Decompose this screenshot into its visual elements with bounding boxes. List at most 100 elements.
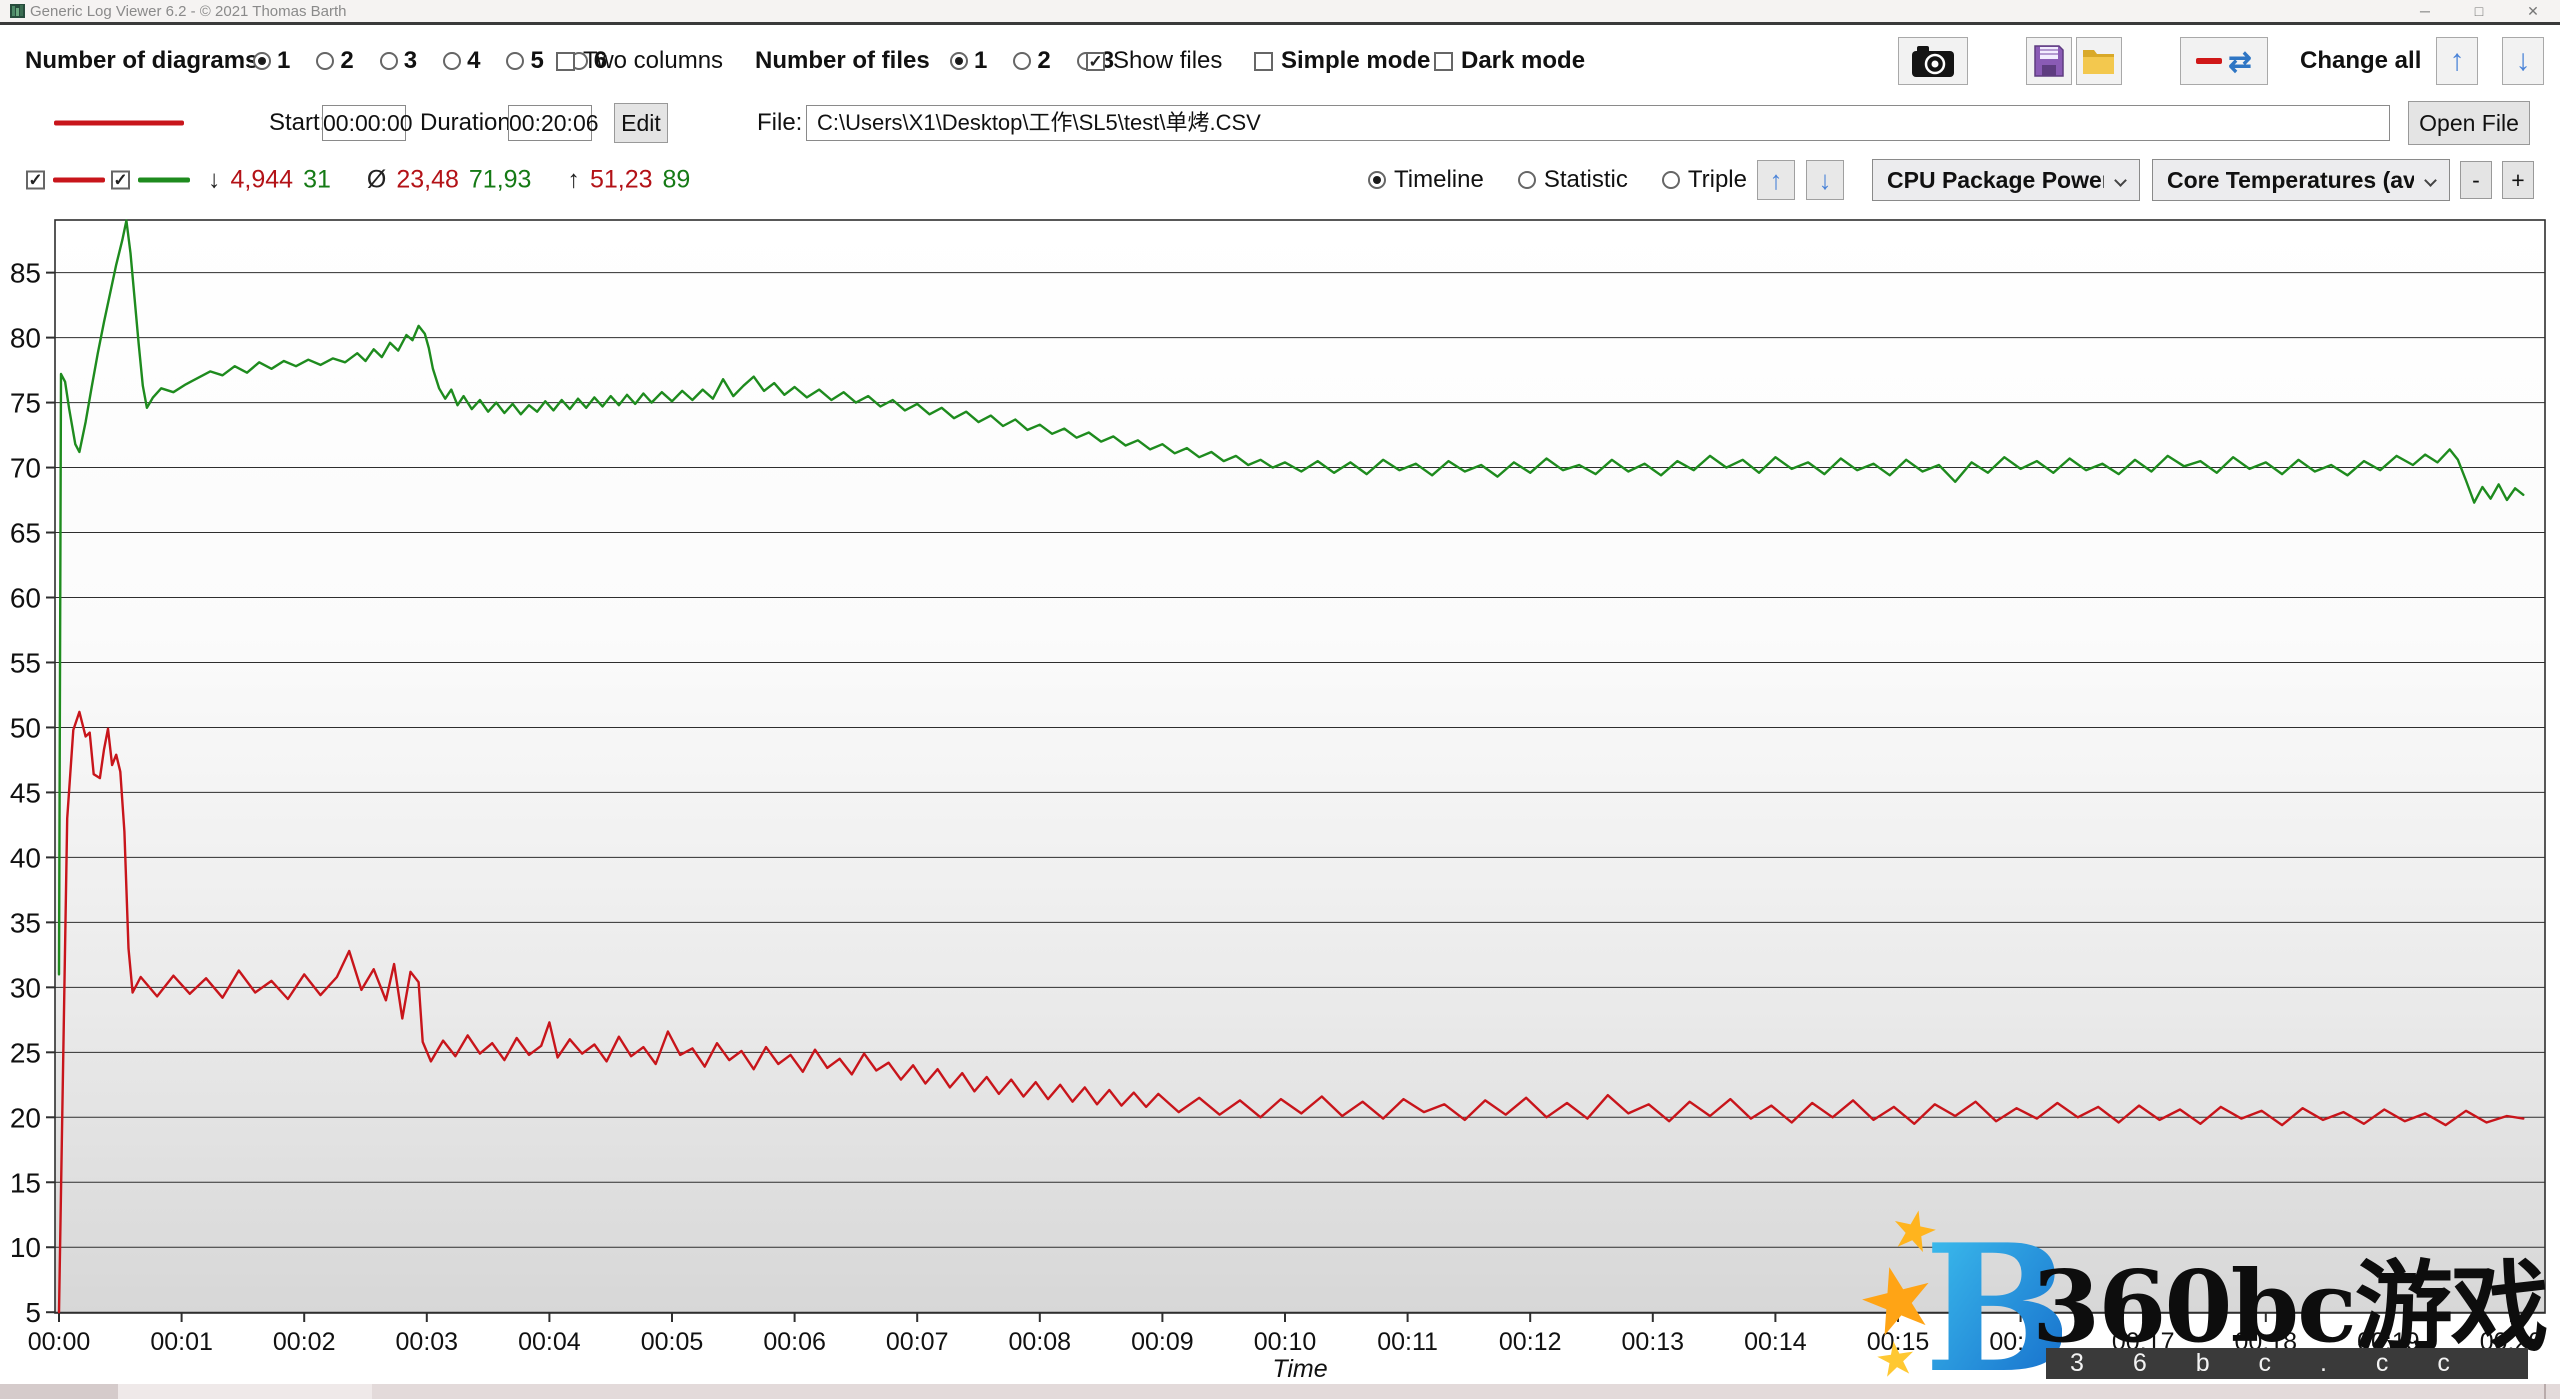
radio-icon[interactable]	[253, 52, 271, 70]
red-line-icon	[2196, 58, 2222, 64]
diagram-count-5[interactable]: 5	[506, 47, 543, 75]
view-label: Triple	[1688, 166, 1747, 194]
close-icon[interactable]: ✕	[2506, 0, 2560, 22]
svg-text:00:09: 00:09	[1131, 1328, 1194, 1356]
chevron-down-icon	[2114, 174, 2127, 187]
diagram-count-label: 1	[277, 47, 290, 75]
dark-mode-checkbox[interactable]: Dark mode	[1434, 47, 1585, 75]
radio-icon[interactable]	[1662, 171, 1680, 189]
red-series-toggle[interactable]: ✓	[26, 171, 105, 190]
svg-text:30: 30	[10, 972, 41, 1003]
radio-icon[interactable]	[1368, 171, 1386, 189]
view-label: Statistic	[1544, 166, 1628, 194]
diagram-count-label: 3	[404, 47, 417, 75]
file-count-2[interactable]: 2	[1013, 47, 1050, 75]
svg-text:00:02: 00:02	[273, 1328, 336, 1356]
plot-down-button[interactable]: ↓	[1806, 160, 1844, 200]
title-bar: Generic Log Viewer 6.2 - © 2021 Thomas B…	[0, 0, 2560, 22]
file-path-input[interactable]: C:\Users\X1\Desktop\工作\SL5\test\单烤.CSV	[806, 105, 2390, 141]
show-files-label: Show files	[1113, 47, 1222, 75]
show-files-checkbox[interactable]: ✓ Show files	[1086, 47, 1222, 75]
simple-mode-label: Simple mode	[1281, 47, 1430, 75]
file1-legend-line	[54, 121, 184, 126]
svg-text:00:00: 00:00	[28, 1328, 91, 1356]
up-arrow-icon: ↑	[1770, 165, 1783, 196]
diagram-count-3[interactable]: 3	[380, 47, 417, 75]
move-up-button[interactable]: ↑	[2436, 37, 2478, 85]
move-down-button[interactable]: ↓	[2502, 37, 2544, 85]
svg-text:75: 75	[10, 388, 41, 419]
max-red-value: 51,23	[590, 166, 653, 195]
svg-text:00:05: 00:05	[641, 1328, 704, 1356]
diagram-count-2[interactable]: 2	[316, 47, 353, 75]
green-series-checkbox[interactable]: ✓	[111, 171, 130, 190]
svg-text:35: 35	[10, 907, 41, 938]
series-stats: ↓ 4,944 31 Ø 23,48 71,93 ↑ 51,23 89	[208, 166, 690, 195]
green-channel-dropdown[interactable]: Core Temperatures (avg) [¡ãC]	[2152, 159, 2450, 201]
swap-series-button[interactable]: ⇄	[2180, 37, 2268, 85]
generic-log-viewer-window: Generic Log Viewer 6.2 - © 2021 Thomas B…	[0, 0, 2560, 1399]
svg-text:45: 45	[10, 777, 41, 808]
open-folder-button[interactable]	[2076, 37, 2122, 85]
radio-icon[interactable]	[1518, 171, 1536, 189]
svg-text:25: 25	[10, 1037, 41, 1068]
svg-text:80: 80	[10, 323, 41, 354]
view-label: Timeline	[1394, 166, 1484, 194]
edit-button[interactable]: Edit	[614, 103, 668, 143]
start-input[interactable]: 00:00:00	[322, 105, 406, 141]
svg-text:00:12: 00:12	[1499, 1328, 1562, 1356]
svg-text:70: 70	[10, 453, 41, 484]
view-timeline[interactable]: Timeline	[1368, 166, 1484, 194]
radio-icon[interactable]	[506, 52, 524, 70]
simple-mode-box[interactable]	[1254, 52, 1273, 71]
maximize-icon[interactable]: □	[2452, 0, 2506, 22]
two-columns-label: Two columns	[583, 47, 723, 75]
open-file-button[interactable]: Open File	[2408, 101, 2530, 145]
diagram-count-label: 5	[530, 47, 543, 75]
duration-label: Duration:	[420, 109, 517, 137]
file-count-label: 1	[974, 47, 987, 75]
two-columns-box[interactable]	[556, 52, 575, 71]
svg-text:60: 60	[10, 583, 41, 614]
change-all-label: Change all	[2300, 47, 2421, 75]
duration-input[interactable]: 00:20:06	[508, 105, 592, 141]
strip-divider	[2544, 1384, 2546, 1399]
app-icon	[10, 4, 25, 18]
file-count-1[interactable]: 1	[950, 47, 987, 75]
plot-up-button[interactable]: ↑	[1757, 160, 1795, 200]
red-channel-value: CPU Package Power [W]	[1887, 167, 2104, 194]
view-statistic[interactable]: Statistic	[1518, 166, 1628, 194]
zoom-in-button[interactable]: +	[2502, 161, 2534, 199]
red-series-checkbox[interactable]: ✓	[26, 171, 45, 190]
radio-icon[interactable]	[443, 52, 461, 70]
min-red-value: 4,944	[231, 166, 294, 195]
radio-icon[interactable]	[950, 52, 968, 70]
timeline-chart: 85807570656055504540353025201510500:0000…	[0, 200, 2560, 1390]
diagram-count-1[interactable]: 1	[253, 47, 290, 75]
folder-icon	[2082, 46, 2116, 76]
radio-icon[interactable]	[380, 52, 398, 70]
radio-icon[interactable]	[316, 52, 334, 70]
down-arrow-icon: ↓	[1819, 165, 1832, 196]
show-files-box[interactable]: ✓	[1086, 52, 1105, 71]
screenshot-button[interactable]	[1898, 37, 1968, 85]
zoom-out-button[interactable]: -	[2460, 161, 2492, 199]
view-triple[interactable]: Triple	[1662, 166, 1747, 194]
green-series-toggle[interactable]: ✓	[111, 171, 190, 190]
two-columns-checkbox[interactable]: Two columns	[556, 47, 723, 75]
red-channel-dropdown[interactable]: CPU Package Power [W]	[1872, 159, 2140, 201]
avg-red-value: 23,48	[396, 166, 459, 195]
minimize-icon[interactable]: ─	[2398, 0, 2452, 22]
start-label: Start:	[269, 109, 326, 137]
svg-text:00:10: 00:10	[1254, 1328, 1317, 1356]
simple-mode-checkbox[interactable]: Simple mode	[1254, 47, 1430, 75]
down-arrow-icon: ↓	[2516, 44, 2531, 78]
svg-text:Time: Time	[1272, 1355, 1327, 1383]
radio-icon[interactable]	[1013, 52, 1031, 70]
chevron-down-icon	[2424, 174, 2437, 187]
diagram-count-4[interactable]: 4	[443, 47, 480, 75]
dark-mode-box[interactable]	[1434, 52, 1453, 71]
min-green-value: 31	[303, 166, 331, 195]
min-icon: ↓	[208, 166, 221, 195]
save-button[interactable]	[2026, 37, 2072, 85]
